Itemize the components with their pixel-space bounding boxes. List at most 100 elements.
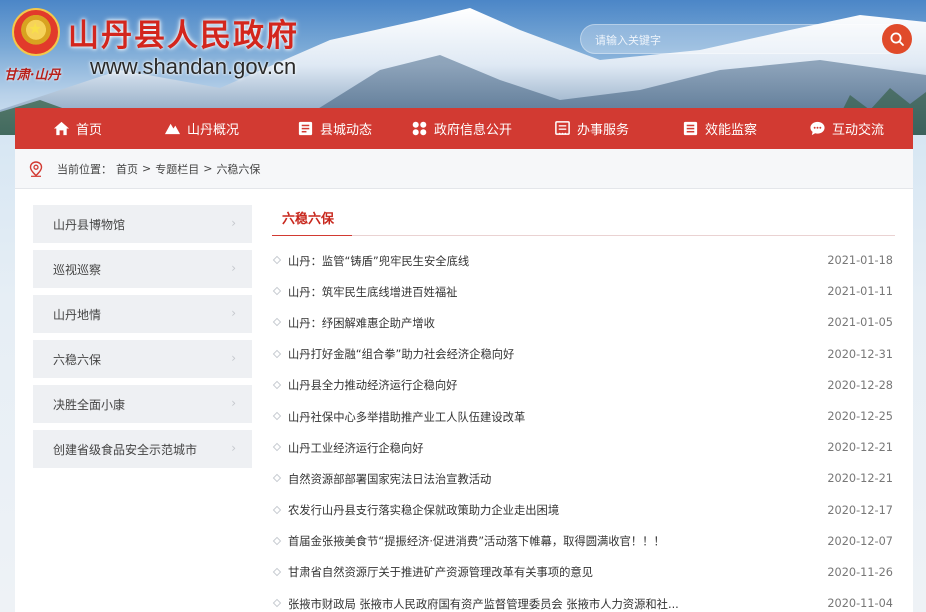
diamond-bullet-icon xyxy=(272,567,282,577)
article-title[interactable]: 山丹打好金融“组合拳”助力社会经济企稳向好 xyxy=(288,346,514,362)
sidebar: 山丹县博物馆 › 巡视巡察 › 山丹地情 › 六稳六保 › 决胜全面小康 › 创… xyxy=(33,205,252,475)
article-title[interactable]: 山丹县全力推动经济运行企稳向好 xyxy=(288,377,457,393)
diamond-bullet-icon xyxy=(272,598,282,608)
site-subtitle: 甘肃·山丹 xyxy=(4,68,61,83)
nav-gov-info[interactable]: 政府信息公开 xyxy=(411,108,512,149)
sidebar-item-label: 决胜全面小康 xyxy=(53,397,126,412)
diamond-bullet-icon xyxy=(272,286,282,296)
article-title[interactable]: 农发行山丹县支行落实稳企保就政策助力企业走出困境 xyxy=(288,502,559,518)
article-title[interactable]: 甘肃省自然资源厅关于推进矿产资源管理改革有关事项的意见 xyxy=(288,564,593,580)
breadcrumb-separator: > xyxy=(142,162,152,175)
diamond-bullet-icon xyxy=(272,474,282,483)
article-date: 2020-12-07 xyxy=(827,534,893,548)
chevron-right-icon: › xyxy=(231,261,236,275)
nav-label: 政府信息公开 xyxy=(434,123,513,138)
article-title[interactable]: 首届金张掖美食节“提振经济·促进消费”活动落下帷幕，取得圆满收官！！！ xyxy=(288,533,665,549)
article-title[interactable]: 山丹：筑牢民生底线增进百姓福祉 xyxy=(288,284,457,300)
mountain-icon xyxy=(164,123,181,135)
breadcrumb: 当前位置： 首页 > 专题栏目 > 六稳六保 xyxy=(15,149,913,189)
article-date: 2021-01-11 xyxy=(827,285,893,299)
sidebar-item-museum[interactable]: 山丹县博物馆 › xyxy=(33,205,252,243)
search-input[interactable] xyxy=(595,31,875,49)
article-row[interactable]: 甘肃省自然资源厅关于推进矿产资源管理改革有关事项的意见 2020-11-26 xyxy=(272,557,895,588)
article-row[interactable]: 山丹社保中心多举措助推产业工人队伍建设改革 2020-12-25 xyxy=(272,401,895,432)
article-title[interactable]: 张掖市财政局 张掖市人民政府国有资产监督管理委员会 张掖市人力资源和社... xyxy=(288,596,679,612)
article-date: 2020-11-26 xyxy=(827,565,893,579)
chevron-right-icon: › xyxy=(231,441,236,455)
article-row[interactable]: 山丹县全力推动经济运行企稳向好 2020-12-28 xyxy=(272,370,895,401)
sidebar-item-label: 山丹地情 xyxy=(53,307,102,322)
breadcrumb-level1-link[interactable]: 专题栏目 xyxy=(155,161,199,177)
article-row[interactable]: 张掖市财政局 张掖市人民政府国有资产监督管理委员会 张掖市人力资源和社... 20… xyxy=(272,588,895,612)
national-emblem-icon xyxy=(12,8,60,56)
sidebar-item-inspection[interactable]: 巡视巡察 › xyxy=(33,250,252,288)
site-title: 山丹县人民政府 xyxy=(68,18,299,54)
breadcrumb-separator: > xyxy=(203,162,213,175)
search-icon xyxy=(890,32,904,46)
sidebar-item-label: 六稳六保 xyxy=(53,352,102,367)
main-content: 山丹县博物馆 › 巡视巡察 › 山丹地情 › 六稳六保 › 决胜全面小康 › 创… xyxy=(15,189,913,612)
nav-label: 山丹概况 xyxy=(187,123,240,138)
article-row[interactable]: 山丹：监管“铸盾”兜牢民生安全底线 2021-01-18 xyxy=(272,245,895,276)
chat-icon xyxy=(810,121,825,136)
article-row[interactable]: 农发行山丹县支行落实稳企保就政策助力企业走出困境 2020-12-17 xyxy=(272,495,895,526)
article-date: 2020-12-31 xyxy=(827,347,893,361)
diamond-bullet-icon xyxy=(272,318,282,327)
nav-overview[interactable]: 山丹概况 xyxy=(164,108,239,149)
home-icon xyxy=(53,121,70,136)
sidebar-item-moderate-prosperity[interactable]: 决胜全面小康 › xyxy=(33,385,252,423)
article-row[interactable]: 山丹工业经济运行企稳向好 2020-12-21 xyxy=(272,432,895,463)
diamond-bullet-icon xyxy=(272,411,282,421)
article-list: 山丹：监管“铸盾”兜牢民生安全底线 2021-01-18 山丹：筑牢民生底线增进百… xyxy=(272,245,895,612)
article-row[interactable]: 自然资源部部署国家宪法日法治宣教活动 2020-12-21 xyxy=(272,463,895,494)
article-row[interactable]: 山丹：纾困解难惠企助产增收 2021-01-05 xyxy=(272,307,895,338)
section-header: 六稳六保 xyxy=(272,205,895,236)
article-title[interactable]: 山丹：监管“铸盾”兜牢民生安全底线 xyxy=(288,253,469,269)
diamond-bullet-icon xyxy=(272,380,282,389)
chevron-right-icon: › xyxy=(231,306,236,320)
breadcrumb-prefix: 当前位置： xyxy=(57,162,112,176)
nav-label: 互动交流 xyxy=(832,123,885,138)
article-title[interactable]: 山丹：纾困解难惠企助产增收 xyxy=(288,315,435,331)
nav-county-news[interactable]: 县城动态 xyxy=(297,108,372,149)
article-panel: 六稳六保 山丹：监管“铸盾”兜牢民生安全底线 2021-01-18 山丹：筑牢民生… xyxy=(272,205,895,611)
doc-icon xyxy=(683,121,698,136)
sidebar-item-label: 山丹县博物馆 xyxy=(53,217,126,232)
breadcrumb-current[interactable]: 六稳六保 xyxy=(216,161,260,177)
article-row[interactable]: 山丹：筑牢民生底线增进百姓福祉 2021-01-11 xyxy=(272,276,895,307)
article-title[interactable]: 山丹工业经济运行企稳向好 xyxy=(288,440,424,456)
sidebar-item-six-stability[interactable]: 六稳六保 › xyxy=(33,340,252,378)
section-title: 六稳六保 xyxy=(282,212,335,227)
article-date: 2021-01-18 xyxy=(827,254,893,268)
diamond-bullet-icon xyxy=(272,536,282,545)
nav-services[interactable]: 办事服务 xyxy=(554,108,629,149)
sidebar-item-label: 创建省级食品安全示范城市 xyxy=(53,442,198,457)
nav-supervision[interactable]: 效能监察 xyxy=(682,108,757,149)
diamond-bullet-icon xyxy=(272,505,282,514)
sidebar-item-local-info[interactable]: 山丹地情 › xyxy=(33,295,252,333)
chevron-right-icon: › xyxy=(231,396,236,410)
chevron-right-icon: › xyxy=(231,351,236,365)
diamond-bullet-icon xyxy=(272,349,282,358)
search-button[interactable] xyxy=(882,24,912,54)
site-url: www.shandan.gov.cn xyxy=(90,54,297,79)
article-row[interactable]: 首届金张掖美食节“提振经济·促进消费”活动落下帷幕，取得圆满收官！！！ 2020-… xyxy=(272,526,895,557)
grid-icon xyxy=(412,121,427,136)
nav-interaction[interactable]: 互动交流 xyxy=(809,108,884,149)
article-row[interactable]: 山丹打好金融“组合拳”助力社会经济企稳向好 2020-12-31 xyxy=(272,339,895,370)
breadcrumb-home-link[interactable]: 首页 xyxy=(116,161,138,177)
nav-home[interactable]: 首页 xyxy=(53,108,102,149)
nav-label: 县城动态 xyxy=(320,123,373,138)
article-date: 2020-12-25 xyxy=(827,410,893,424)
location-pin-icon xyxy=(29,160,43,177)
article-title[interactable]: 自然资源部部署国家宪法日法治宣教活动 xyxy=(288,471,491,487)
nav-label: 效能监察 xyxy=(705,123,758,138)
form-icon xyxy=(555,121,570,135)
sidebar-item-label: 巡视巡察 xyxy=(53,262,102,277)
sidebar-item-food-safety[interactable]: 创建省级食品安全示范城市 › xyxy=(33,430,252,468)
news-icon xyxy=(298,121,313,136)
diamond-bullet-icon xyxy=(272,442,282,452)
chevron-right-icon: › xyxy=(231,216,236,230)
article-title[interactable]: 山丹社保中心多举措助推产业工人队伍建设改革 xyxy=(288,409,525,425)
diamond-bullet-icon xyxy=(272,255,282,265)
